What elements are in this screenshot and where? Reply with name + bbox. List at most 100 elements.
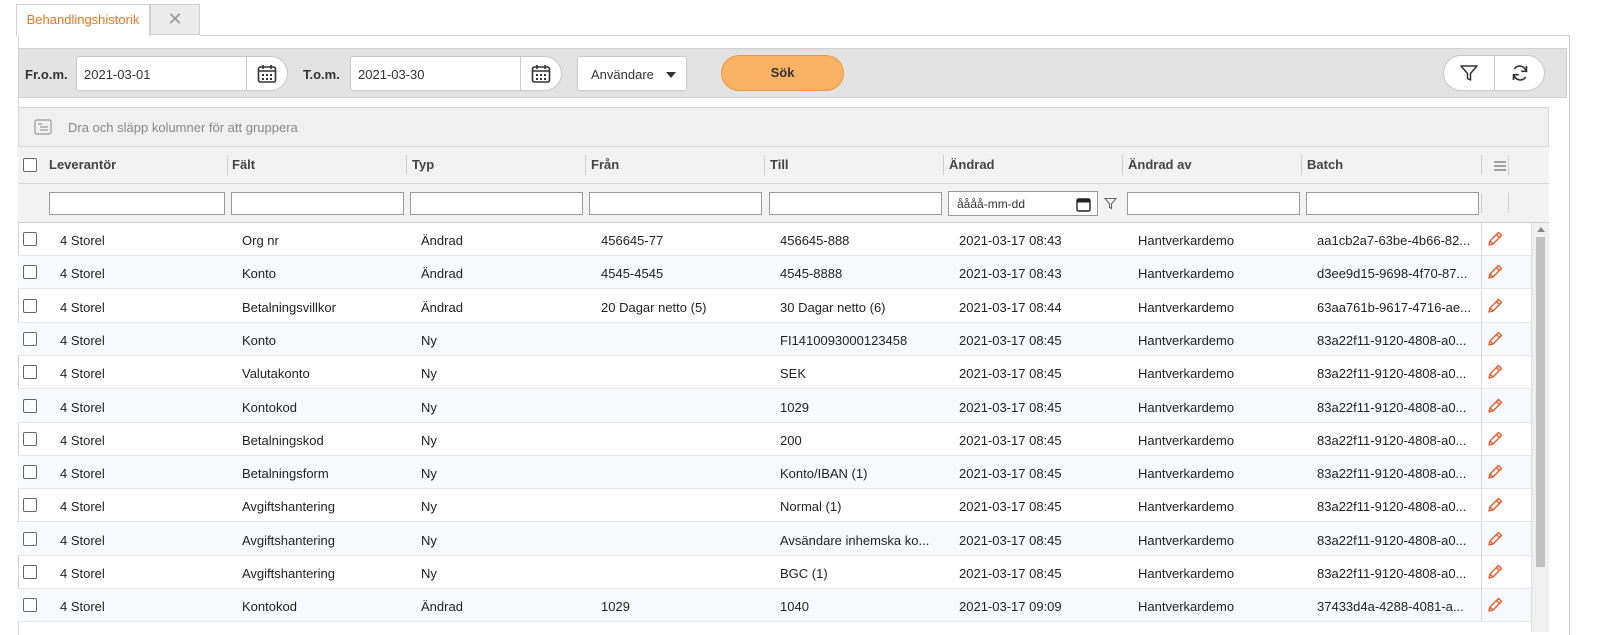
table-header: Leverantör Fält Typ Från Till Ändrad Änd… (18, 147, 1549, 184)
edit-pencil-icon[interactable] (1486, 430, 1504, 448)
table-row[interactable]: 4 Storel Betalningsvillkor Ändrad 20 Dagar … (18, 289, 1531, 323)
column-resizer[interactable] (943, 155, 944, 175)
row-checkbox[interactable] (23, 598, 37, 613)
from-date-field[interactable]: 2021-03-01 (76, 56, 288, 91)
to-date-value[interactable]: 2021-03-30 (358, 67, 425, 82)
column-resizer[interactable] (1481, 155, 1482, 175)
vertical-scrollbar[interactable] (1531, 223, 1549, 632)
calendar-icon[interactable] (257, 64, 277, 84)
user-dropdown-label[interactable]: Användare (591, 67, 654, 82)
edit-pencil-icon[interactable] (1486, 363, 1504, 381)
from-calendar-button[interactable] (246, 57, 287, 90)
edit-pencil-icon[interactable] (1486, 530, 1504, 548)
column-resizer[interactable] (1122, 155, 1123, 175)
column-header-andrad[interactable]: Ändrad (949, 157, 995, 172)
column-resizer[interactable] (1508, 155, 1509, 175)
filter-input-typ[interactable] (410, 192, 583, 215)
group-drop-area[interactable]: Dra och släpp kolumner för att gruppera (18, 107, 1549, 147)
calendar-icon[interactable] (1076, 197, 1091, 212)
close-tab-button[interactable]: ✕ (150, 4, 200, 35)
row-checkbox[interactable] (23, 265, 37, 280)
table-row[interactable]: 4 Storel Betalningskod Ny 200 2021-03-17 08:… (18, 422, 1531, 456)
edit-pencil-icon[interactable] (1486, 563, 1504, 581)
cell-falt: Betalningsform (242, 466, 329, 482)
from-date-value[interactable]: 2021-03-01 (84, 67, 151, 82)
edit-pencil-icon[interactable] (1486, 263, 1504, 281)
search-button[interactable]: Sök (721, 55, 844, 91)
filter-input-andrad-av[interactable] (1127, 192, 1300, 215)
to-calendar-button[interactable] (520, 57, 561, 90)
user-dropdown[interactable]: Användare (577, 56, 687, 91)
row-checkbox[interactable] (23, 331, 37, 346)
refresh-button[interactable] (1495, 56, 1545, 90)
edit-pencil-icon[interactable] (1486, 330, 1504, 348)
toolbar-icon-group (1443, 55, 1545, 91)
table-row[interactable]: 4 Storel Betalningsform Ny Konto/IBAN (1) 20… (18, 456, 1531, 490)
row-checkbox[interactable] (23, 565, 37, 579)
cell-andrad-av: Hantverkardemo (1138, 233, 1235, 248)
chevron-down-icon[interactable] (666, 72, 676, 78)
filter-input-leverantor[interactable] (49, 192, 225, 215)
edit-pencil-icon[interactable] (1486, 297, 1504, 315)
column-header-batch[interactable]: Batch (1307, 157, 1343, 172)
table-row[interactable]: 4 Storel Konto Ändrad 4545-4545 4545-8888 202… (18, 256, 1531, 290)
edit-pencil-icon[interactable] (1486, 496, 1504, 514)
edit-pencil-icon[interactable] (1486, 596, 1504, 614)
filter-input-batch[interactable] (1306, 192, 1479, 215)
table-row[interactable]: 4 Storel Avgiftshantering Ny Normal (1) 2021… (18, 489, 1531, 523)
filter-input-till[interactable] (769, 192, 942, 215)
scroll-up-arrow[interactable] (1537, 227, 1545, 232)
edit-column-separator (1481, 223, 1482, 256)
filter-button[interactable] (1444, 56, 1494, 90)
scrollbar-thumb[interactable] (1536, 237, 1545, 567)
column-header-till[interactable]: Till (770, 157, 789, 172)
column-menu-icon[interactable] (1493, 160, 1507, 172)
filter-input-falt[interactable] (231, 192, 404, 215)
to-date-field[interactable]: 2021-03-30 (350, 56, 562, 91)
column-header-typ[interactable]: Typ (412, 157, 434, 172)
row-checkbox[interactable] (23, 465, 37, 480)
row-checkbox[interactable] (23, 398, 37, 413)
table-row[interactable]: 4 Storel Org nr Ändrad 456645-77 456645-888 2… (18, 223, 1531, 256)
cell-batch: 83a22f11-9120-4808-a0... (1317, 366, 1467, 382)
row-checkbox[interactable] (23, 498, 37, 513)
filter-input-fran[interactable] (589, 192, 762, 215)
column-header-andrad-av[interactable]: Ändrad av (1128, 157, 1192, 172)
row-checkbox[interactable] (23, 298, 37, 313)
cell-till: FI1410093000123458 (780, 332, 908, 348)
column-resizer[interactable] (764, 155, 765, 175)
filter-icon[interactable] (1459, 63, 1479, 83)
column-header-falt[interactable]: Fält (232, 157, 255, 172)
cell-leverantor: 4 Storel (60, 332, 105, 348)
table-row[interactable]: 4 Storel Kontokod Ändrad 1029 1040 2021-03-17… (18, 589, 1531, 623)
edit-pencil-icon[interactable] (1486, 230, 1504, 248)
cell-andrad: 2021-03-17 08:45 (959, 432, 1062, 448)
cell-till: Avsändare inhemska ko... (780, 532, 930, 548)
edit-pencil-icon[interactable] (1486, 463, 1504, 481)
cell-batch: 83a22f11-9120-4808-a0... (1317, 399, 1467, 415)
column-header-leverantor[interactable]: Leverantör (49, 157, 116, 172)
column-header-fran[interactable]: Från (591, 157, 619, 172)
row-checkbox[interactable] (23, 232, 37, 246)
calendar-icon[interactable] (531, 64, 551, 84)
table-row[interactable]: 4 Storel Avgiftshantering Ny Avsändare inhe… (18, 522, 1531, 556)
edit-column-separator (1481, 356, 1482, 390)
tab-behandlingshistorik[interactable]: Behandlingshistorik (16, 4, 150, 36)
column-resizer[interactable] (406, 155, 407, 175)
table-row[interactable]: 4 Storel Kontokod Ny 1029 2021-03-17 08:45 Ha… (18, 389, 1531, 423)
row-checkbox[interactable] (23, 431, 37, 446)
row-checkbox[interactable] (23, 531, 37, 546)
column-resizer[interactable] (1301, 155, 1302, 175)
table-row[interactable]: 4 Storel Valutakonto Ny SEK 2021-03-17 08:45… (18, 356, 1531, 390)
edit-pencil-icon[interactable] (1486, 397, 1504, 415)
table-row[interactable]: 4 Storel Konto Ny FI1410093000123458 2021-03… (18, 322, 1531, 356)
close-icon[interactable]: ✕ (167, 9, 182, 29)
date-filter-icon[interactable] (1104, 197, 1117, 210)
column-resizer[interactable] (585, 155, 586, 175)
refresh-icon[interactable] (1510, 63, 1530, 83)
select-all-checkbox[interactable] (23, 158, 37, 172)
row-checkbox[interactable] (23, 365, 37, 380)
filter-date-input[interactable]: åååå-mm-dd (948, 191, 1098, 216)
table-row[interactable]: 4 Storel Avgiftshantering Ny BGC (1) 2021-03… (18, 556, 1531, 589)
column-resizer[interactable] (227, 155, 228, 175)
